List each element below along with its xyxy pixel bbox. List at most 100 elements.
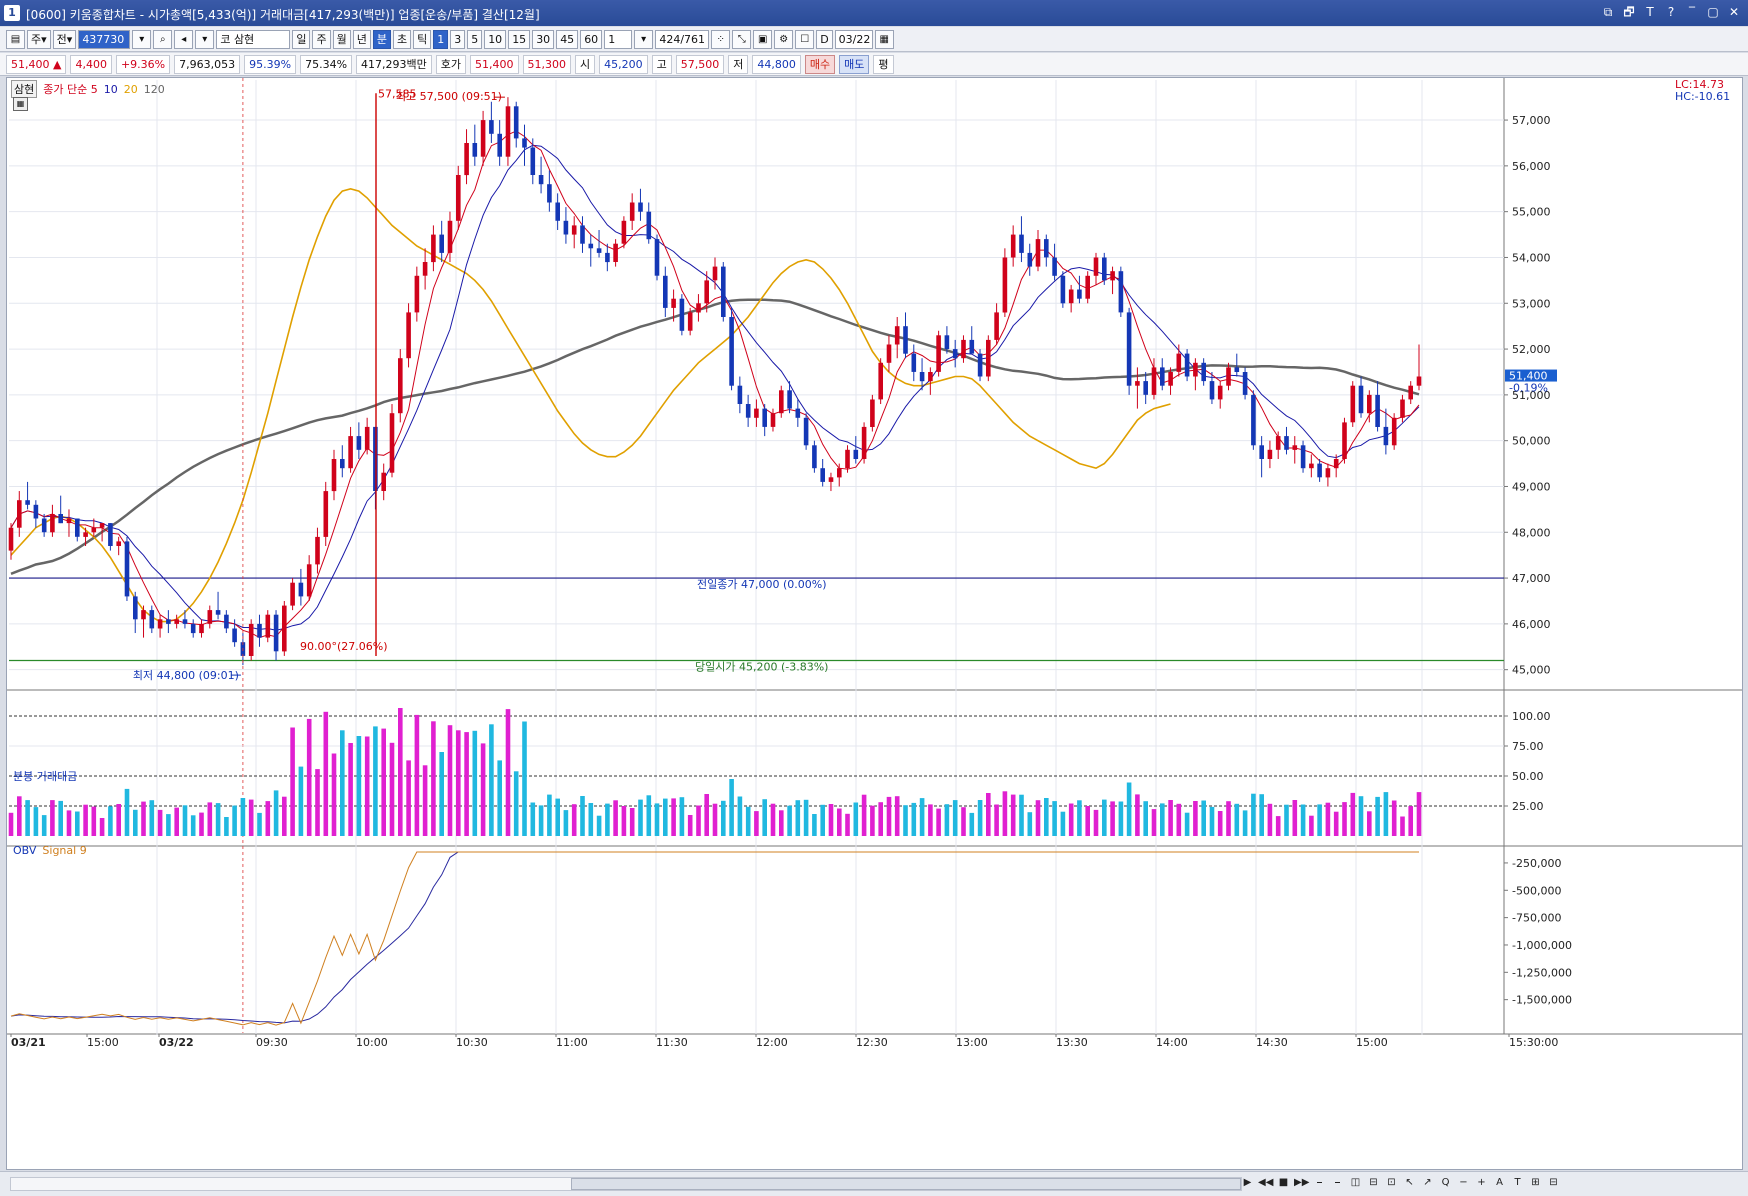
volume-bar xyxy=(1118,801,1124,836)
settings-icon[interactable]: ▤ xyxy=(6,29,25,49)
fast-forward-icon[interactable]: ▶▶ xyxy=(1294,1175,1309,1191)
zoom-slider-icon[interactable]: ⎯ xyxy=(1330,1175,1345,1191)
period-second-button[interactable]: 초 xyxy=(392,29,412,49)
sound-icon[interactable]: ◂ xyxy=(174,29,194,49)
grid-icon[interactable]: ⊞ xyxy=(1528,1175,1543,1191)
minimize-icon[interactable]: ‾ xyxy=(1684,4,1700,21)
trend-tool-icon[interactable]: ⤡ xyxy=(732,29,752,49)
volume-bar xyxy=(646,795,652,836)
stock-chart[interactable]: 57,00056,00055,00054,00053,00052,00051,0… xyxy=(7,78,1742,1169)
volume-bar xyxy=(116,804,121,836)
interval-60-button[interactable]: 60 xyxy=(580,29,603,49)
period-year-button[interactable]: 년 xyxy=(352,29,371,49)
volume-bar xyxy=(83,804,88,836)
gear-icon[interactable]: ⚙ xyxy=(774,29,794,49)
grid-toggle-icon[interactable]: ▦ xyxy=(13,97,28,111)
candle-body xyxy=(50,514,55,533)
panel-icon[interactable]: ⊡ xyxy=(1384,1175,1399,1191)
close-icon[interactable]: ✕ xyxy=(1726,4,1742,21)
crosshair-icon[interactable]: ⁘ xyxy=(711,29,731,49)
interval-15-button[interactable]: 15 xyxy=(508,29,531,49)
rewind-icon[interactable]: ◀◀ xyxy=(1258,1175,1273,1191)
dropdown-icon[interactable]: ▾ xyxy=(132,29,152,49)
volume-bar xyxy=(1102,799,1107,836)
x-tick-label: 15:30:00 xyxy=(1509,1036,1558,1049)
volume-bar xyxy=(373,726,378,836)
interval-1-button[interactable]: 1 xyxy=(433,29,449,49)
interval-3-button[interactable]: 3 xyxy=(450,29,466,49)
search-icon[interactable]: ⌕ xyxy=(153,29,173,49)
maximize-icon[interactable]: ▢ xyxy=(1705,4,1721,21)
date-input[interactable]: 03/22 xyxy=(834,29,873,49)
date-checkbox[interactable]: ☐ xyxy=(795,29,815,49)
candle-body xyxy=(1176,353,1182,372)
stock-code-input[interactable]: 437730 xyxy=(78,29,131,49)
eval-button[interactable]: 평 xyxy=(873,54,894,74)
candle-body xyxy=(795,408,801,418)
help-icon[interactable]: ? xyxy=(1663,4,1679,21)
volume-bar xyxy=(315,769,320,836)
volume-bar xyxy=(1251,793,1256,836)
expand-right-icon[interactable]: ↗ xyxy=(1420,1175,1435,1191)
period-week-button[interactable]: 주 xyxy=(312,29,331,49)
zoom-in-icon[interactable]: + xyxy=(1474,1175,1489,1191)
interval-30-button[interactable]: 30 xyxy=(532,29,555,49)
magnifier-icon[interactable]: Q xyxy=(1438,1175,1453,1191)
stock-tag[interactable]: 삼현 xyxy=(11,80,38,98)
interval-input[interactable]: 1 xyxy=(604,29,633,49)
count-display: 424/761 xyxy=(655,29,710,49)
table-icon[interactable]: ⊟ xyxy=(1546,1175,1561,1191)
period-day-button[interactable]: 일 xyxy=(292,29,311,49)
ma5-legend: 종가 단순 5 xyxy=(43,83,98,96)
candle-body xyxy=(961,339,966,359)
save-icon[interactable]: ▣ xyxy=(753,29,773,49)
sell-button[interactable]: 매도 xyxy=(839,54,870,74)
period-select[interactable]: 전 ▾ xyxy=(52,29,77,49)
volume-bar xyxy=(944,804,950,836)
link-window-icon[interactable]: 🗗 xyxy=(1621,4,1637,21)
play-icon[interactable]: ▶ xyxy=(1240,1175,1255,1191)
buy-button[interactable]: 매수 xyxy=(804,54,836,74)
calendar-icon[interactable]: ▦ xyxy=(874,29,894,49)
period-tick-button[interactable]: 틱 xyxy=(413,29,432,49)
stock-name: 삼현 xyxy=(233,33,255,46)
volume-bar xyxy=(613,800,618,836)
interval-45-button[interactable]: 45 xyxy=(556,29,579,49)
dropdown-icon[interactable]: ▾ xyxy=(634,29,654,49)
candle-body xyxy=(571,225,577,235)
text-tool-icon[interactable]: A xyxy=(1492,1175,1507,1191)
chart-area[interactable]: 57,000 56,000 55,000 54,000 53,000 52,000 51,0… xyxy=(6,77,1743,1170)
interval-5-button[interactable]: 5 xyxy=(467,29,483,49)
candle-body xyxy=(290,582,295,606)
window-title: [0600] 키움종합차트 - 시가총액[5,433(억)] 거래대금[417,… xyxy=(26,8,540,22)
volume-panel-title: 분봉 거래대금 xyxy=(13,770,78,783)
stock-name-field[interactable]: 코 삼현 xyxy=(216,29,291,49)
zoom-slider-icon[interactable]: ⎯ xyxy=(1312,1175,1327,1191)
candle-body xyxy=(845,449,850,469)
volume-bar xyxy=(1143,801,1148,836)
stop-icon[interactable]: ■ xyxy=(1276,1175,1291,1191)
volume-bar xyxy=(1391,800,1397,836)
volume-bar xyxy=(298,766,304,836)
layout-icon[interactable]: ◫ xyxy=(1348,1175,1363,1191)
volume-bar xyxy=(398,708,403,836)
period-month-button[interactable]: 월 xyxy=(332,29,351,49)
restore-layout-icon[interactable]: ⧉ xyxy=(1600,4,1616,21)
time-scrollbar[interactable] xyxy=(10,1177,1242,1191)
zoom-out-icon[interactable]: − xyxy=(1456,1175,1471,1191)
quote-bar: 51,400 ▲ 4,400 +9.36% 7,963,053 95.39% 7… xyxy=(0,53,1748,76)
expand-left-icon[interactable]: ↖ xyxy=(1402,1175,1417,1191)
market-type-select[interactable]: 주 ▾ xyxy=(27,29,51,49)
dropdown-icon[interactable]: ▾ xyxy=(195,29,215,49)
volume-bar xyxy=(149,800,155,836)
candle-body xyxy=(25,500,30,505)
volume-bar xyxy=(721,800,726,836)
text-mode-icon[interactable]: T xyxy=(1642,4,1658,21)
candle-body xyxy=(986,339,991,377)
text-tool-icon[interactable]: T xyxy=(1510,1175,1525,1191)
window-titlebar[interactable]: 1 [0600] 키움종합차트 - 시가총액[5,433(억)] 거래대금[41… xyxy=(0,0,1748,26)
period-minute-button[interactable]: 분 xyxy=(372,29,391,49)
split-icon[interactable]: ⊟ xyxy=(1366,1175,1381,1191)
scroll-thumb[interactable] xyxy=(571,1178,1241,1190)
interval-10-button[interactable]: 10 xyxy=(484,29,507,49)
